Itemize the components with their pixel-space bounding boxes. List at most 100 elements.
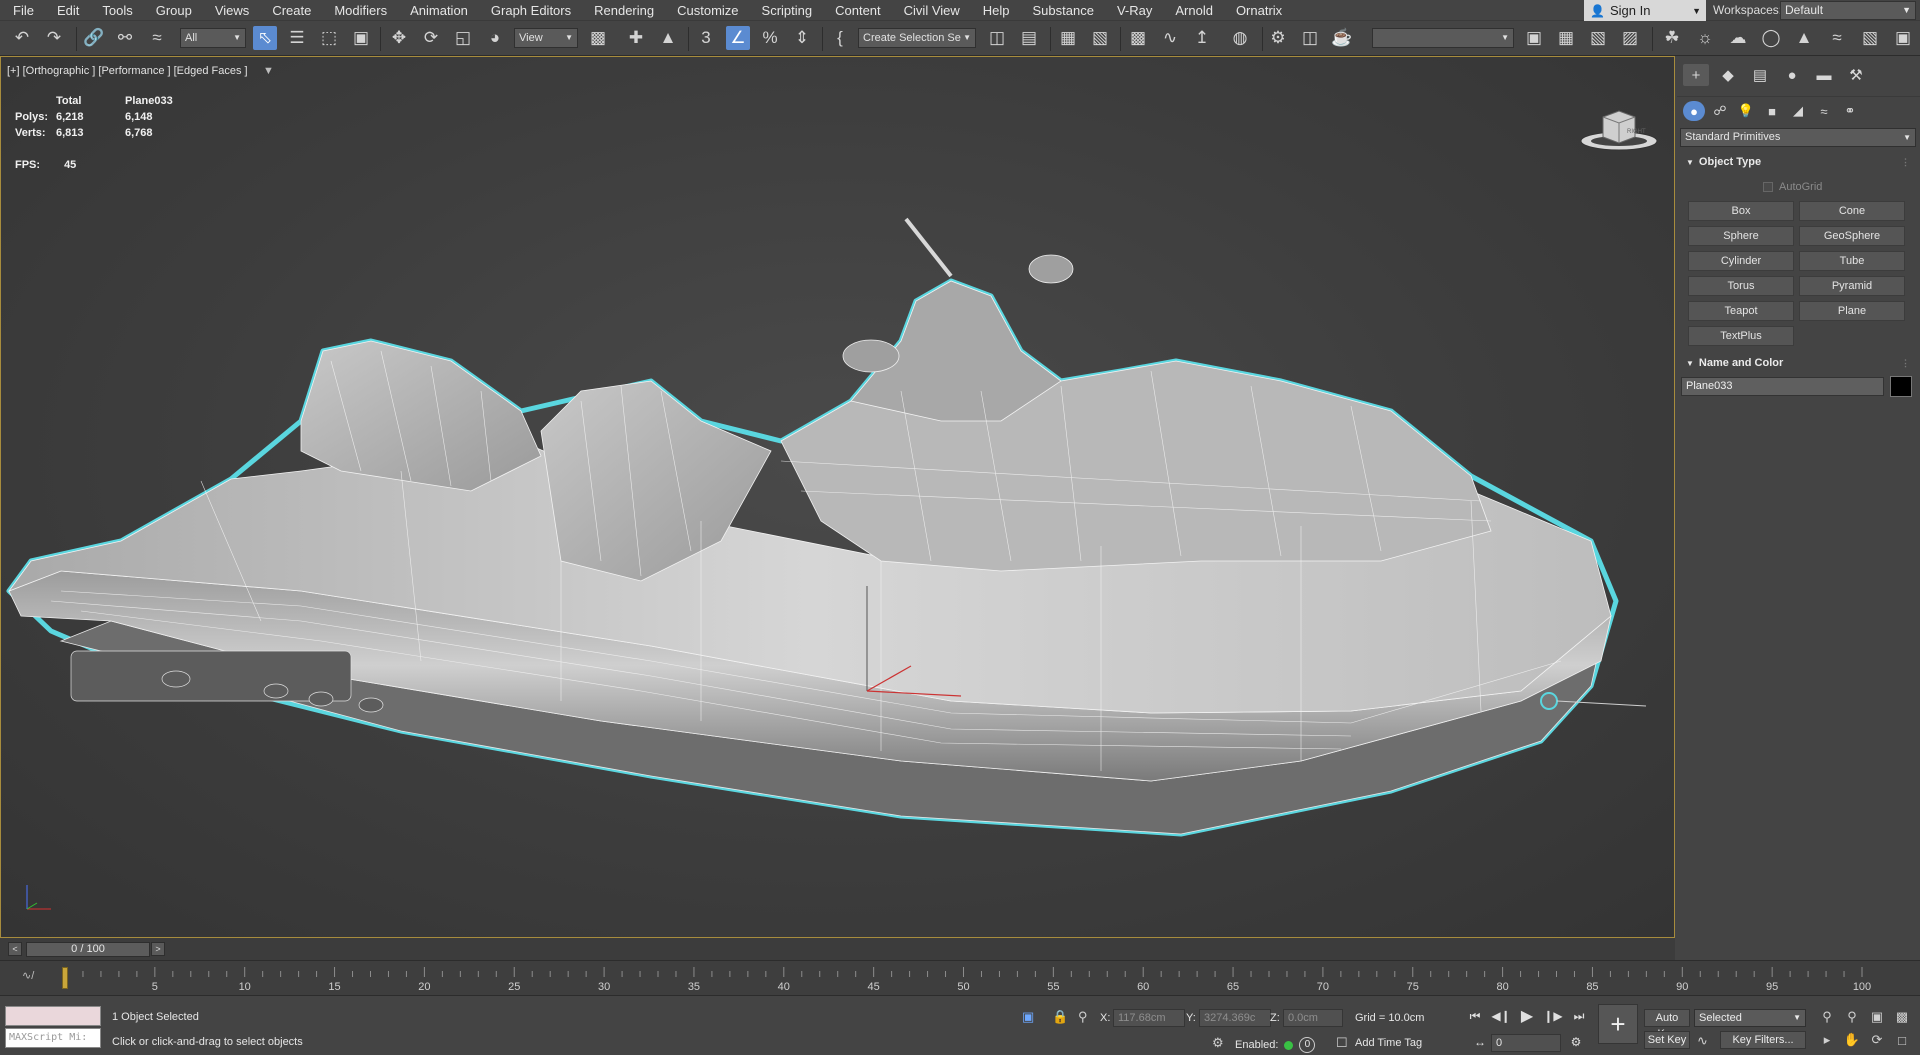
vray-dome-icon[interactable]: ◯ — [1759, 26, 1783, 50]
tube-button[interactable]: Tube — [1799, 251, 1905, 271]
render-icon[interactable]: ☕ — [1330, 26, 1354, 50]
curve-editor-icon[interactable]: ∿ — [1158, 26, 1182, 50]
mirror-icon[interactable]: ◫ — [985, 26, 1009, 50]
lock-selection-icon[interactable]: 🔒 — [1052, 1009, 1068, 1025]
percent-snap-icon[interactable]: % — [758, 26, 782, 50]
container-icon[interactable]: ▦ — [1554, 26, 1578, 50]
snap-icon[interactable]: 3 — [694, 26, 718, 50]
menu-views[interactable]: Views — [202, 0, 259, 21]
select-manipulate-icon[interactable]: ✚ — [624, 26, 648, 50]
move-icon[interactable]: ✥ — [387, 26, 411, 50]
place-icon[interactable]: ◕ — [483, 26, 507, 50]
cameras-icon[interactable]: ■ — [1761, 101, 1783, 121]
rotate-icon[interactable]: ⟳ — [419, 26, 443, 50]
go-to-end-icon[interactable]: ⏭ — [1569, 1007, 1589, 1025]
time-config-spinner-icon[interactable]: ↔ — [1470, 1033, 1490, 1051]
track-bar[interactable]: ∿/ 5 10 15 20 25 30 35 40 45 50 55 60 65 70 75 80 85 90 95… — [0, 960, 1920, 995]
rect-selection-icon[interactable]: ⬚ — [317, 26, 341, 50]
time-marker[interactable] — [62, 967, 68, 989]
pan-icon[interactable]: ✋ — [1843, 1031, 1861, 1049]
space-warps-icon[interactable]: ≈ — [1813, 101, 1835, 121]
lights-icon[interactable]: 💡 — [1735, 101, 1757, 121]
cone-button[interactable]: Cone — [1799, 201, 1905, 221]
x-coordinate-field[interactable]: 117.68cm — [1113, 1009, 1185, 1027]
sphere-button[interactable]: Sphere — [1688, 226, 1794, 246]
menu-graph-editors[interactable]: Graph Editors — [478, 0, 581, 21]
selection-filter-dropdown[interactable]: All ▼ — [180, 28, 246, 48]
undo-icon[interactable]: ↶ — [10, 26, 34, 50]
pivot-icon[interactable]: ▩ — [586, 26, 610, 50]
maxscript-mini-listener[interactable]: MAXScript Mi: — [5, 1028, 101, 1048]
select-object-icon[interactable]: ⬁ — [253, 26, 277, 50]
time-tag-icon[interactable]: ☐ — [1336, 1035, 1348, 1051]
menu-substance[interactable]: Substance — [1020, 0, 1104, 21]
torus-button[interactable]: Torus — [1688, 276, 1794, 296]
shapes-icon[interactable]: ☍ — [1709, 101, 1731, 121]
default-key-button[interactable]: + — [1598, 1004, 1638, 1044]
time-slider-thumb[interactable]: 0 / 100 — [26, 942, 150, 957]
viewport-label[interactable]: [+] [Orthographic ] [Performance ] [Edge… — [7, 65, 248, 77]
ribbon-icon[interactable]: ▩ — [1126, 26, 1150, 50]
systems-icon[interactable]: ⚭ — [1839, 101, 1861, 121]
rendered-frame-icon[interactable]: ◫ — [1298, 26, 1322, 50]
menu-create[interactable]: Create — [259, 0, 321, 21]
menu-content[interactable]: Content — [822, 0, 891, 21]
next-frame-button[interactable]: > — [151, 942, 165, 956]
window-crossing-icon[interactable]: ▣ — [349, 26, 373, 50]
align-icon[interactable]: ▤ — [1017, 26, 1041, 50]
object-color-swatch[interactable] — [1890, 376, 1912, 397]
previous-frame-button[interactable]: < — [8, 942, 22, 956]
zoom-extents-all-icon[interactable]: ▩ — [1893, 1008, 1911, 1026]
render-setup-icon[interactable]: ⚙ — [1266, 26, 1290, 50]
create-tab-icon[interactable]: + — [1683, 64, 1709, 86]
scene-explorer-icon[interactable]: ▧ — [1088, 26, 1112, 50]
teapot-button[interactable]: Teapot — [1688, 301, 1794, 321]
viewcube[interactable]: RIGHT — [1579, 97, 1659, 157]
geometry-icon[interactable]: ● — [1683, 101, 1705, 121]
vray-light-icon[interactable]: ☘ — [1660, 26, 1684, 50]
z-coordinate-field[interactable]: 0.0cm — [1283, 1009, 1343, 1027]
select-by-name-icon[interactable]: ☰ — [285, 26, 309, 50]
render-preset-dropdown[interactable]: ▼ — [1372, 28, 1514, 48]
object-type-rollout-header[interactable]: ▼ Object Type ⋮ — [1680, 153, 1916, 172]
menu-arnold[interactable]: Arnold — [1162, 0, 1223, 21]
enabled-indicator[interactable]: Enabled: 0 — [1235, 1037, 1316, 1053]
menu-edit[interactable]: Edit — [44, 0, 89, 21]
display-tab-icon[interactable]: ▬ — [1811, 64, 1837, 86]
isolate-selection-icon[interactable]: ▣ — [1022, 1009, 1034, 1025]
menu-modifiers[interactable]: Modifiers — [321, 0, 397, 21]
zoom-extents-icon[interactable]: ▣ — [1868, 1008, 1886, 1026]
textplus-button[interactable]: TextPlus — [1688, 326, 1794, 346]
hierarchy-tab-icon[interactable]: ▤ — [1747, 64, 1773, 86]
material-editor-icon[interactable]: ◍ — [1228, 26, 1252, 50]
schematic-icon[interactable]: ↥ — [1190, 26, 1214, 50]
filter-icon[interactable]: ▼ — [263, 65, 274, 77]
reference-coordinate-dropdown[interactable]: View ▼ — [514, 28, 578, 48]
key-filters-button[interactable]: Key Filters... — [1720, 1031, 1806, 1049]
vray-mesh-icon[interactable]: ▧ — [1858, 26, 1882, 50]
menu-animation[interactable]: Animation — [397, 0, 478, 21]
isolate-icon[interactable]: ▧ — [1586, 26, 1610, 50]
layer-explorer-icon[interactable]: ▦ — [1056, 26, 1080, 50]
object-category-dropdown[interactable]: Standard Primitives ▼ — [1680, 128, 1916, 147]
go-to-start-icon[interactable]: ⏮ — [1465, 1007, 1485, 1025]
next-key-icon[interactable]: ❙▶ — [1543, 1007, 1563, 1025]
pyramid-button[interactable]: Pyramid — [1799, 276, 1905, 296]
menu-file[interactable]: File — [0, 0, 44, 21]
menu-scripting[interactable]: Scripting — [749, 0, 823, 21]
helpers-icon[interactable]: ◢ — [1787, 101, 1809, 121]
cylinder-button[interactable]: Cylinder — [1688, 251, 1794, 271]
angle-snap-icon[interactable]: ∠ — [726, 26, 750, 50]
jet-ski-model[interactable] — [1, 57, 1675, 938]
scale-icon[interactable]: ◱ — [451, 26, 475, 50]
maxscript-listener-output[interactable] — [5, 1006, 101, 1026]
named-selection-set-dropdown[interactable]: Create Selection Se ▼ — [858, 28, 976, 48]
vray-fur-icon[interactable]: ≈ — [1825, 26, 1849, 50]
key-mode-icon[interactable]: ∿ — [1697, 1033, 1708, 1049]
object-name-field[interactable]: Plane033 — [1681, 377, 1884, 396]
redo-icon[interactable]: ↷ — [42, 26, 66, 50]
link-icon[interactable]: 🔗 — [82, 26, 106, 50]
key-target-dropdown[interactable]: Selected ▼ — [1694, 1009, 1806, 1027]
vray-proxy-icon[interactable]: ▲ — [1792, 26, 1816, 50]
plane-button[interactable]: Plane — [1799, 301, 1905, 321]
